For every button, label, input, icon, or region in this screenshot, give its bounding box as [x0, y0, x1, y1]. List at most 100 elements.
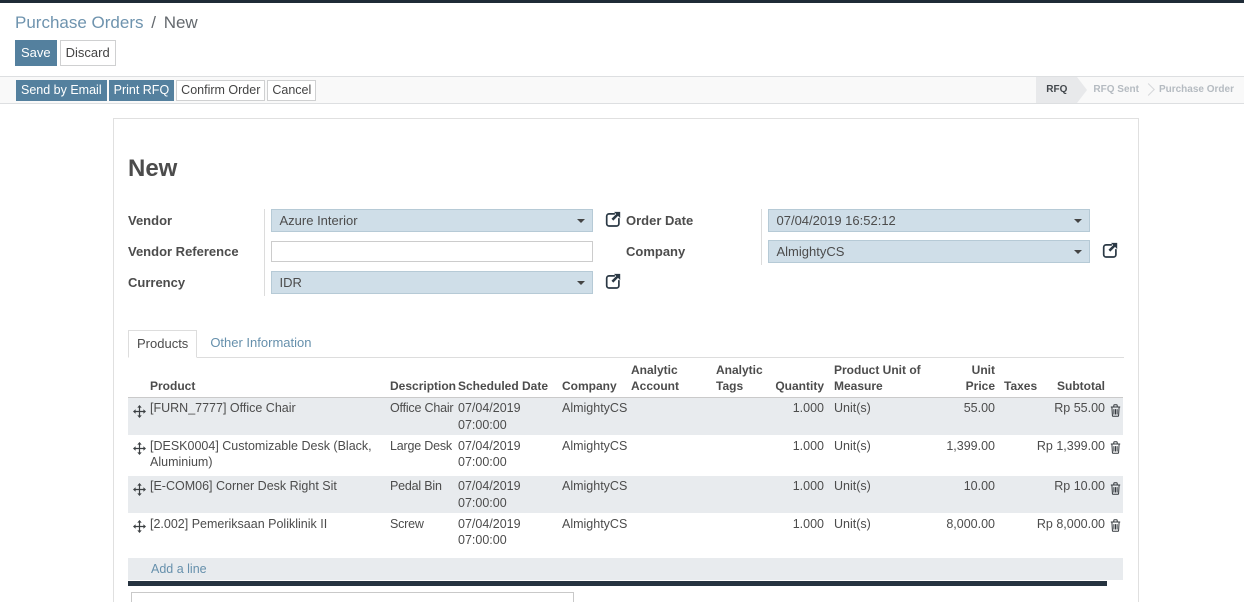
- step-rfq-sent[interactable]: RFQ Sent: [1093, 77, 1139, 103]
- drag-handle-icon[interactable]: [128, 513, 147, 558]
- column-header-product[interactable]: Product: [147, 360, 387, 397]
- cell-quantity[interactable]: 1.000: [768, 397, 827, 435]
- tab-other-information[interactable]: Other Information: [197, 330, 324, 357]
- column-header-scheduled-date[interactable]: Scheduled Date: [455, 360, 559, 397]
- column-header-uom[interactable]: Product Unit of Measure: [827, 360, 931, 397]
- column-header-taxes[interactable]: Taxes: [998, 360, 1032, 397]
- cell-subtotal[interactable]: Rp 10.00: [1032, 476, 1109, 514]
- cell-taxes[interactable]: [998, 476, 1032, 514]
- send-by-email-button[interactable]: Send by Email: [16, 80, 107, 101]
- cell-product[interactable]: [DESK0004] Customizable Desk (Black, Alu…: [147, 435, 387, 476]
- cell-analytic-account[interactable]: [628, 397, 706, 435]
- cell-unit-price[interactable]: 10.00: [931, 476, 998, 514]
- cell-description[interactable]: Pedal Bin: [387, 476, 455, 514]
- cell-company[interactable]: AlmightyCS: [559, 435, 628, 476]
- vendor-external-link-icon[interactable]: [603, 210, 622, 229]
- cell-quantity[interactable]: 1.000: [768, 513, 827, 558]
- delete-row-icon[interactable]: [1109, 513, 1123, 558]
- order-line-row[interactable]: [FURN_7777] Office Chair Office Chair 07…: [128, 397, 1123, 435]
- company-external-link-icon[interactable]: [1100, 241, 1119, 260]
- cell-description[interactable]: Large Desk: [387, 435, 455, 476]
- cell-analytic-account[interactable]: [628, 435, 706, 476]
- cell-product[interactable]: [FURN_7777] Office Chair: [147, 397, 387, 435]
- drag-handle-icon[interactable]: [128, 476, 147, 514]
- breadcrumb-purchase-orders-link[interactable]: Purchase Orders: [15, 13, 144, 32]
- cell-subtotal[interactable]: Rp 1,399.00: [1032, 435, 1109, 476]
- discard-button[interactable]: Discard: [60, 40, 116, 66]
- print-rfq-button[interactable]: Print RFQ: [109, 80, 175, 101]
- cell-analytic-tags[interactable]: [706, 476, 768, 514]
- drag-handle-icon[interactable]: [128, 397, 147, 435]
- company-label: Company: [626, 244, 685, 259]
- step-separator-icon: [1139, 82, 1159, 98]
- column-header-unit-price[interactable]: Unit Price: [931, 360, 998, 397]
- add-a-line-link[interactable]: Add a line: [151, 562, 207, 576]
- step-rfq[interactable]: RFQ: [1036, 77, 1077, 103]
- cell-scheduled-date[interactable]: 07/04/2019 07:00:00: [455, 397, 559, 435]
- cell-taxes[interactable]: [998, 435, 1032, 476]
- column-header-description[interactable]: Description: [387, 360, 455, 397]
- confirm-order-button[interactable]: Confirm Order: [176, 80, 265, 101]
- cell-taxes[interactable]: [998, 513, 1032, 558]
- cell-company[interactable]: AlmightyCS: [559, 513, 628, 558]
- cell-analytic-tags[interactable]: [706, 435, 768, 476]
- field-group-left: Vendor Azure Interior Vendor Reference: [128, 209, 626, 296]
- delete-row-icon[interactable]: [1109, 476, 1123, 514]
- cell-unit-price[interactable]: 55.00: [931, 397, 998, 435]
- delete-row-icon[interactable]: [1109, 397, 1123, 435]
- order-date-field[interactable]: 07/04/2019 16:52:12: [768, 209, 1090, 232]
- company-field[interactable]: AlmightyCS: [768, 240, 1090, 263]
- cell-uom[interactable]: Unit(s): [827, 476, 931, 514]
- column-header-analytic-tags[interactable]: Analytic Tags: [706, 360, 768, 397]
- drag-handle-icon[interactable]: [128, 435, 147, 476]
- cell-quantity[interactable]: 1.000: [768, 435, 827, 476]
- cell-scheduled-date[interactable]: 07/04/2019 07:00:00: [455, 476, 559, 514]
- cell-uom[interactable]: Unit(s): [827, 435, 931, 476]
- order-line-row[interactable]: [2.002] Pemeriksaan Poliklinik II Screw …: [128, 513, 1123, 558]
- currency-field-row: Currency IDR: [128, 271, 626, 296]
- terms-notes-textarea[interactable]: [131, 592, 574, 602]
- cell-uom[interactable]: Unit(s): [827, 513, 931, 558]
- cell-scheduled-date[interactable]: 07/04/2019 07:00:00: [455, 513, 559, 558]
- cell-scheduled-date[interactable]: 07/04/2019 07:00:00: [455, 435, 559, 476]
- column-header-trash: [1109, 360, 1123, 397]
- cell-analytic-account[interactable]: [628, 476, 706, 514]
- step-purchase-order[interactable]: Purchase Order: [1159, 77, 1234, 103]
- column-header-subtotal[interactable]: Subtotal: [1032, 360, 1109, 397]
- order-line-row[interactable]: [E-COM06] Corner Desk Right Sit Pedal Bi…: [128, 476, 1123, 514]
- cell-analytic-account[interactable]: [628, 513, 706, 558]
- cell-subtotal[interactable]: Rp 8,000.00: [1032, 513, 1109, 558]
- cell-quantity[interactable]: 1.000: [768, 476, 827, 514]
- column-header-quantity[interactable]: Quantity: [768, 360, 827, 397]
- currency-external-link-icon[interactable]: [603, 272, 622, 291]
- cell-subtotal[interactable]: Rp 55.00: [1032, 397, 1109, 435]
- cell-analytic-tags[interactable]: [706, 513, 768, 558]
- dropdown-caret-icon: [577, 281, 585, 285]
- cell-product[interactable]: [2.002] Pemeriksaan Poliklinik II: [147, 513, 387, 558]
- cell-description[interactable]: Office Chair: [387, 397, 455, 435]
- cell-unit-price[interactable]: 8,000.00: [931, 513, 998, 558]
- cell-company[interactable]: AlmightyCS: [559, 397, 628, 435]
- field-group: Vendor Azure Interior Vendor Reference: [128, 209, 1124, 296]
- cancel-button[interactable]: Cancel: [267, 80, 316, 101]
- breadcrumb-separator: /: [148, 13, 159, 32]
- vendor-field[interactable]: Azure Interior: [271, 209, 593, 232]
- currency-field[interactable]: IDR: [271, 271, 593, 294]
- statusbar-steps: RFQ RFQ Sent Purchase Order: [1036, 77, 1244, 103]
- cell-unit-price[interactable]: 1,399.00: [931, 435, 998, 476]
- tab-products[interactable]: Products: [128, 330, 197, 358]
- cell-analytic-tags[interactable]: [706, 397, 768, 435]
- column-header-analytic-account[interactable]: Analytic Account: [628, 360, 706, 397]
- column-header-company[interactable]: Company: [559, 360, 628, 397]
- add-line-row: Add a line: [128, 558, 1123, 580]
- vendor-reference-input[interactable]: [271, 241, 593, 262]
- cell-company[interactable]: AlmightyCS: [559, 476, 628, 514]
- delete-row-icon[interactable]: [1109, 435, 1123, 476]
- cell-uom[interactable]: Unit(s): [827, 397, 931, 435]
- cell-description[interactable]: Screw: [387, 513, 455, 558]
- order-line-row[interactable]: [DESK0004] Customizable Desk (Black, Alu…: [128, 435, 1123, 476]
- scrollbar-thumb[interactable]: [128, 581, 1107, 586]
- cell-product[interactable]: [E-COM06] Corner Desk Right Sit: [147, 476, 387, 514]
- save-button[interactable]: Save: [15, 40, 57, 66]
- cell-taxes[interactable]: [998, 397, 1032, 435]
